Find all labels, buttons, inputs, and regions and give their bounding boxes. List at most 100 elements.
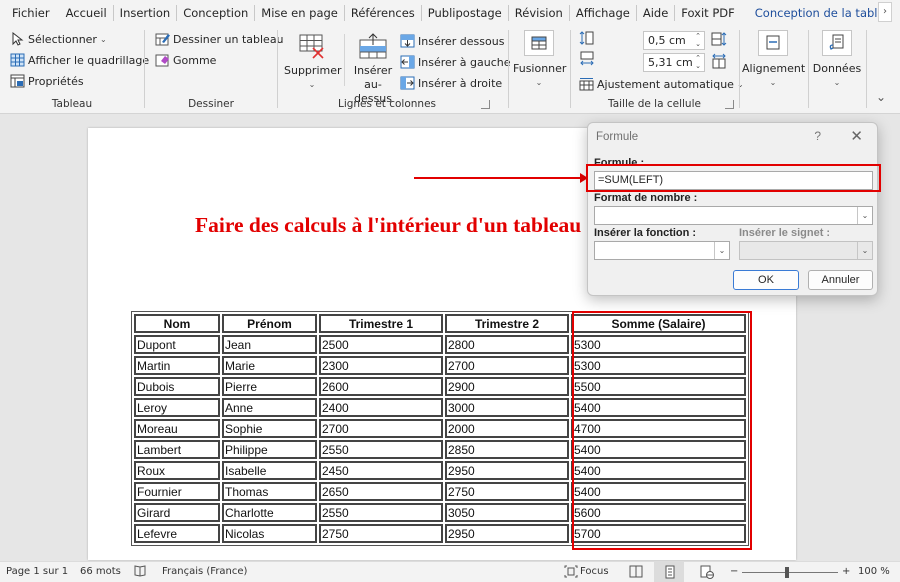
cell-nom[interactable]: Dupont — [134, 335, 220, 354]
cell-trimestre-1[interactable]: 2600 — [319, 377, 443, 396]
autofit-button[interactable]: Ajustement automatique ⌄ — [579, 75, 744, 93]
salary-table[interactable]: Nom Prénom Trimestre 1 Trimestre 2 Somme… — [131, 311, 749, 546]
insert-above-button[interactable]: Insérer au-dessus — [348, 32, 398, 106]
tab-conception-de-la-table[interactable]: Conception de la table — [741, 5, 891, 21]
cell-nom[interactable]: Fournier — [134, 482, 220, 501]
cell-somme[interactable]: 5500 — [571, 377, 746, 396]
alignment-button[interactable]: Alignement ⌄ — [742, 30, 805, 90]
header-nom[interactable]: Nom — [134, 314, 220, 333]
column-width-input[interactable]: 5,31 cm ⌃ ⌄ — [643, 53, 705, 72]
cell-trimestre-1[interactable]: 2300 — [319, 356, 443, 375]
cell-prenom[interactable]: Thomas — [222, 482, 317, 501]
dialog-launcher-icon[interactable] — [725, 100, 734, 109]
cell-nom[interactable]: Roux — [134, 461, 220, 480]
chevron-down-icon[interactable]: ⌄ — [714, 242, 729, 259]
web-layout-icon[interactable] — [700, 565, 714, 582]
cell-trimestre-1[interactable]: 2550 — [319, 503, 443, 522]
cancel-button[interactable]: Annuler — [808, 270, 873, 290]
cell-prenom[interactable]: Sophie — [222, 419, 317, 438]
print-layout-icon[interactable] — [664, 565, 676, 582]
cell-trimestre-2[interactable]: 2850 — [445, 440, 569, 459]
focus-icon[interactable] — [564, 565, 578, 581]
cell-somme[interactable]: 5300 — [571, 335, 746, 354]
insert-below-button[interactable]: Insérer dessous — [400, 32, 504, 50]
cell-prenom[interactable]: Marie — [222, 356, 317, 375]
cell-trimestre-1[interactable]: 2650 — [319, 482, 443, 501]
zoom-out-button[interactable]: − — [730, 566, 738, 577]
cell-trimestre-1[interactable]: 2400 — [319, 398, 443, 417]
tab-conception[interactable]: Conception — [177, 5, 256, 21]
cell-nom[interactable]: Lambert — [134, 440, 220, 459]
chevron-down-icon[interactable]: ⌄ — [857, 207, 872, 224]
cell-trimestre-2[interactable]: 3050 — [445, 503, 569, 522]
cell-prenom[interactable]: Isabelle — [222, 461, 317, 480]
cell-trimestre-1[interactable]: 2750 — [319, 524, 443, 543]
cell-somme[interactable]: 5400 — [571, 482, 746, 501]
header-trimestre-2[interactable]: Trimestre 2 — [445, 314, 569, 333]
tab-publipostage[interactable]: Publipostage — [422, 5, 509, 21]
tab-affichage[interactable]: Affichage — [570, 5, 637, 21]
cell-trimestre-1[interactable]: 2700 — [319, 419, 443, 438]
zoom-slider-thumb[interactable] — [785, 567, 789, 578]
cell-prenom[interactable]: Nicolas — [222, 524, 317, 543]
eraser-button[interactable]: Gomme — [155, 51, 216, 69]
cell-somme[interactable]: 5300 — [571, 356, 746, 375]
select-button[interactable]: Sélectionner ⌄ — [10, 30, 107, 48]
zoom-in-button[interactable]: + — [842, 566, 850, 577]
zoom-level[interactable]: 100 % — [858, 566, 890, 577]
cell-prenom[interactable]: Philippe — [222, 440, 317, 459]
row-height-input[interactable]: 0,5 cm ⌃ ⌄ — [643, 31, 705, 50]
cell-trimestre-2[interactable]: 2950 — [445, 524, 569, 543]
cell-nom[interactable]: Girard — [134, 503, 220, 522]
insert-right-button[interactable]: Insérer à droite — [400, 74, 502, 92]
gridlines-button[interactable]: Afficher le quadrillage — [10, 51, 149, 69]
cell-nom[interactable]: Leroy — [134, 398, 220, 417]
formula-input[interactable]: =SUM(LEFT) — [594, 171, 873, 190]
delete-button[interactable]: Supprimer ⌄ — [284, 32, 342, 92]
cell-trimestre-1[interactable]: 2450 — [319, 461, 443, 480]
ok-button[interactable]: OK — [733, 270, 799, 290]
cell-somme[interactable]: 5600 — [571, 503, 746, 522]
header-somme[interactable]: Somme (Salaire) — [571, 314, 746, 333]
tab-insertion[interactable]: Insertion — [114, 5, 178, 21]
cell-somme[interactable]: 4700 — [571, 419, 746, 438]
zoom-slider[interactable] — [742, 572, 838, 573]
cell-somme[interactable]: 5400 — [571, 461, 746, 480]
draw-table-button[interactable]: Dessiner un tableau — [155, 30, 284, 48]
word-count[interactable]: 66 mots — [80, 566, 121, 577]
cell-trimestre-2[interactable]: 2000 — [445, 419, 569, 438]
cell-nom[interactable]: Lefevre — [134, 524, 220, 543]
cell-somme[interactable]: 5400 — [571, 440, 746, 459]
insert-left-button[interactable]: Insérer à gauche — [400, 53, 511, 71]
tab-scroll-right-button[interactable]: › — [878, 2, 892, 22]
tab-foxit-pdf[interactable]: Foxit PDF — [675, 5, 740, 21]
cell-trimestre-1[interactable]: 2500 — [319, 335, 443, 354]
collapse-ribbon-icon[interactable]: ⌄ — [876, 90, 886, 104]
read-mode-icon[interactable] — [629, 565, 643, 581]
cell-trimestre-2[interactable]: 2950 — [445, 461, 569, 480]
cell-nom[interactable]: Moreau — [134, 419, 220, 438]
distribute-rows-icon[interactable] — [711, 31, 727, 50]
cell-trimestre-2[interactable]: 2700 — [445, 356, 569, 375]
header-trimestre-1[interactable]: Trimestre 1 — [319, 314, 443, 333]
distribute-columns-icon[interactable] — [711, 53, 727, 72]
tab-fichier[interactable]: Fichier — [0, 5, 60, 21]
tab-accueil[interactable]: Accueil — [60, 5, 114, 21]
merge-button[interactable]: Fusionner ⌄ — [513, 30, 566, 90]
close-icon[interactable]: ✕ — [850, 127, 863, 145]
cell-prenom[interactable]: Charlotte — [222, 503, 317, 522]
cell-somme[interactable]: 5700 — [571, 524, 746, 543]
properties-button[interactable]: Propriétés — [10, 72, 84, 90]
help-icon[interactable]: ? — [814, 129, 821, 143]
insert-function-select[interactable]: ⌄ — [594, 241, 730, 260]
tab-mise-en-page[interactable]: Mise en page — [255, 5, 345, 21]
cell-trimestre-2[interactable]: 2800 — [445, 335, 569, 354]
spin-arrows-icon[interactable]: ⌃ ⌄ — [695, 54, 701, 70]
cell-trimestre-2[interactable]: 2900 — [445, 377, 569, 396]
tab-revision[interactable]: Révision — [509, 5, 570, 21]
focus-button[interactable]: Focus — [580, 566, 609, 577]
dialog-launcher-icon[interactable] — [481, 100, 490, 109]
tab-aide[interactable]: Aide — [637, 5, 676, 21]
cell-prenom[interactable]: Anne — [222, 398, 317, 417]
cell-somme[interactable]: 5400 — [571, 398, 746, 417]
